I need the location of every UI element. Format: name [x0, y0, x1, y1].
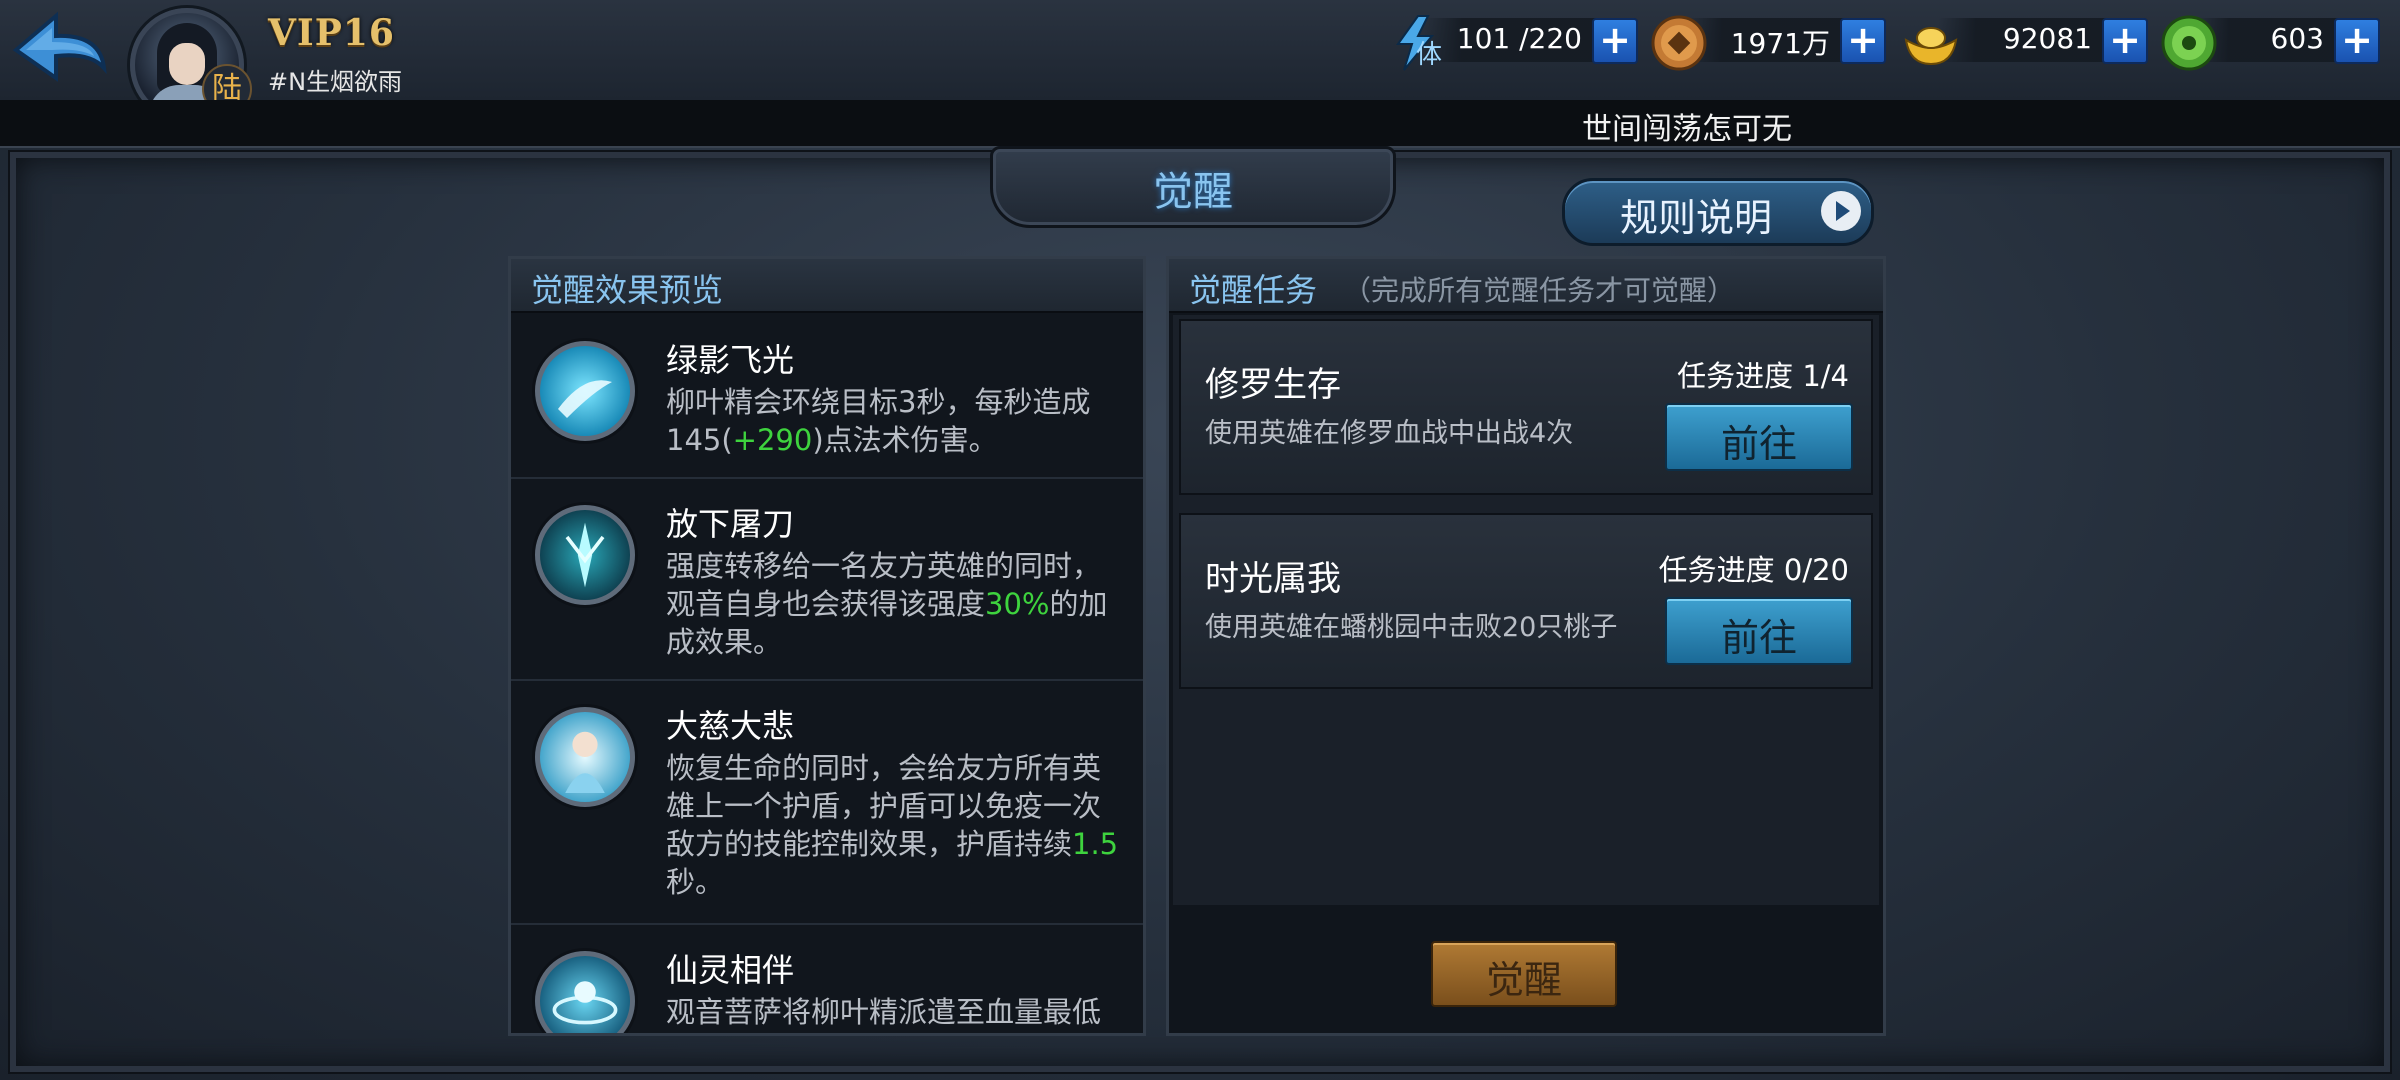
page-title: 觉醒: [1153, 169, 1233, 215]
stamina-resource: 体 101 /220 +: [1388, 14, 1638, 71]
jade-value: 603: [2270, 22, 2324, 55]
jade-resource: 603 +: [2160, 14, 2380, 71]
awaken-button-label: 觉醒: [1485, 958, 1562, 1002]
task-item: 时光属我 使用英雄在蟠桃园中击败20只桃子 任务进度 0/20 前往: [1179, 513, 1873, 689]
effect-list[interactable]: 绿影飞光 柳叶精会环绕目标3秒，每秒造成145(+290)点法术伤害。 放下屠刀…: [511, 315, 1143, 1033]
go-button-label: 前往: [1720, 422, 1797, 466]
task-progress: 任务进度 0/20: [1658, 553, 1849, 587]
effect-preview-title: 觉醒效果预览: [531, 271, 724, 309]
marquee-bar: 世间闯荡怎可无: [0, 100, 2400, 148]
player-name: #N生烟欲雨: [268, 68, 403, 96]
tasks-subtitle: （完成所有觉醒任务才可觉醒）: [1343, 274, 1736, 307]
task-name: 时光属我: [1205, 559, 1341, 599]
effect-name: 大慈大悲: [666, 707, 795, 745]
marquee-text: 世间闯荡怎可无: [1582, 112, 1792, 147]
go-button-label: 前往: [1720, 616, 1797, 660]
task-item: 修罗生存 使用英雄在修罗血战中出战4次 任务进度 1/4 前往: [1179, 319, 1873, 495]
go-button[interactable]: 前往: [1665, 597, 1853, 665]
green-shadow-skill-icon: [535, 341, 635, 441]
effect-item: 仙灵相伴 观音菩萨将柳叶精派遣至血量最低: [511, 925, 1143, 1033]
add-jade-button[interactable]: +: [2334, 18, 2380, 64]
effect-item: 放下屠刀 强度转移给一名友方英雄的同时，观音自身也会获得该强度30%的加成效果。: [511, 479, 1143, 681]
task-name: 修罗生存: [1205, 365, 1341, 405]
copper-resource: 1971万 +: [1650, 14, 1886, 71]
copper-coin-icon: [1651, 15, 1707, 71]
rules-button-label: 规则说明: [1620, 196, 1773, 240]
task-progress: 任务进度 1/4: [1677, 359, 1849, 393]
awaken-tasks-panel: 觉醒任务 （完成所有觉醒任务才可觉醒） 修罗生存 使用英雄在修罗血战中出战4次 …: [1166, 256, 1886, 1036]
back-arrow-icon: [12, 11, 107, 82]
add-stamina-button[interactable]: +: [1592, 18, 1638, 64]
awaken-button[interactable]: 觉醒: [1431, 941, 1617, 1007]
jade-coin-icon: [2161, 15, 2217, 71]
spirit-companion-skill-icon: [535, 951, 635, 1033]
effect-item: 绿影飞光 柳叶精会环绕目标3秒，每秒造成145(+290)点法术伤害。: [511, 315, 1143, 479]
effect-item: 大慈大悲 恢复生命的同时，会给友方所有英雄上一个护盾，护盾可以免疫一次敌方的技能…: [511, 681, 1143, 925]
mercy-skill-icon: [535, 707, 635, 807]
stamina-value: 101 /220: [1456, 22, 1582, 55]
play-arrow-icon: [1821, 191, 1861, 231]
task-desc: 使用英雄在蟠桃园中击败20只桃子: [1205, 612, 1618, 643]
effect-name: 绿影飞光: [666, 341, 795, 379]
rules-button[interactable]: 规则说明: [1562, 178, 1874, 246]
effect-preview-panel: 觉醒效果预览 绿影飞光 柳叶精会环绕目标3秒，每秒造成145(+290)点法术伤…: [508, 256, 1146, 1036]
tasks-header: 觉醒任务 （完成所有觉醒任务才可觉醒）: [1169, 259, 1883, 313]
effect-desc: 观音菩萨将柳叶精派遣至血量最低: [666, 995, 1102, 1029]
add-gold-button[interactable]: +: [2102, 18, 2148, 64]
tasks-title: 觉醒任务: [1189, 271, 1318, 309]
gold-ingot-icon: [1904, 27, 1958, 66]
copper-value: 1971万: [1730, 27, 1830, 60]
title-plate: 觉醒: [990, 146, 1396, 228]
task-list: 修罗生存 使用英雄在修罗血战中出战4次 任务进度 1/4 前往 时光属我 使用英…: [1173, 315, 1879, 905]
top-bar: 陆 VIP16 #N生烟欲雨 体 101 /220 + 1971万 + 9208…: [0, 0, 2400, 122]
effect-preview-header: 觉醒效果预览: [511, 259, 1143, 313]
effect-desc: 强度转移给一名友方英雄的同时，观音自身也会获得该强度30%的加成效果。: [666, 549, 1108, 659]
task-desc: 使用英雄在修罗血战中出战4次: [1205, 418, 1574, 449]
lay-down-blade-skill-icon: [535, 505, 635, 605]
effect-name: 放下屠刀: [666, 505, 795, 543]
effect-desc: 柳叶精会环绕目标3秒，每秒造成145(+290)点法术伤害。: [666, 385, 1091, 457]
go-button[interactable]: 前往: [1665, 403, 1853, 471]
back-button[interactable]: [10, 8, 110, 92]
add-copper-button[interactable]: +: [1840, 18, 1886, 64]
effect-name: 仙灵相伴: [666, 951, 795, 989]
vip-level[interactable]: VIP16: [268, 12, 395, 54]
effect-desc: 恢复生命的同时，会给友方所有英雄上一个护盾，护盾可以免疫一次敌方的技能控制效果，…: [666, 751, 1119, 899]
gold-resource: 92081 +: [1902, 14, 2148, 66]
gold-value: 92081: [2002, 22, 2092, 55]
stamina-badge: 体: [1416, 40, 1443, 70]
